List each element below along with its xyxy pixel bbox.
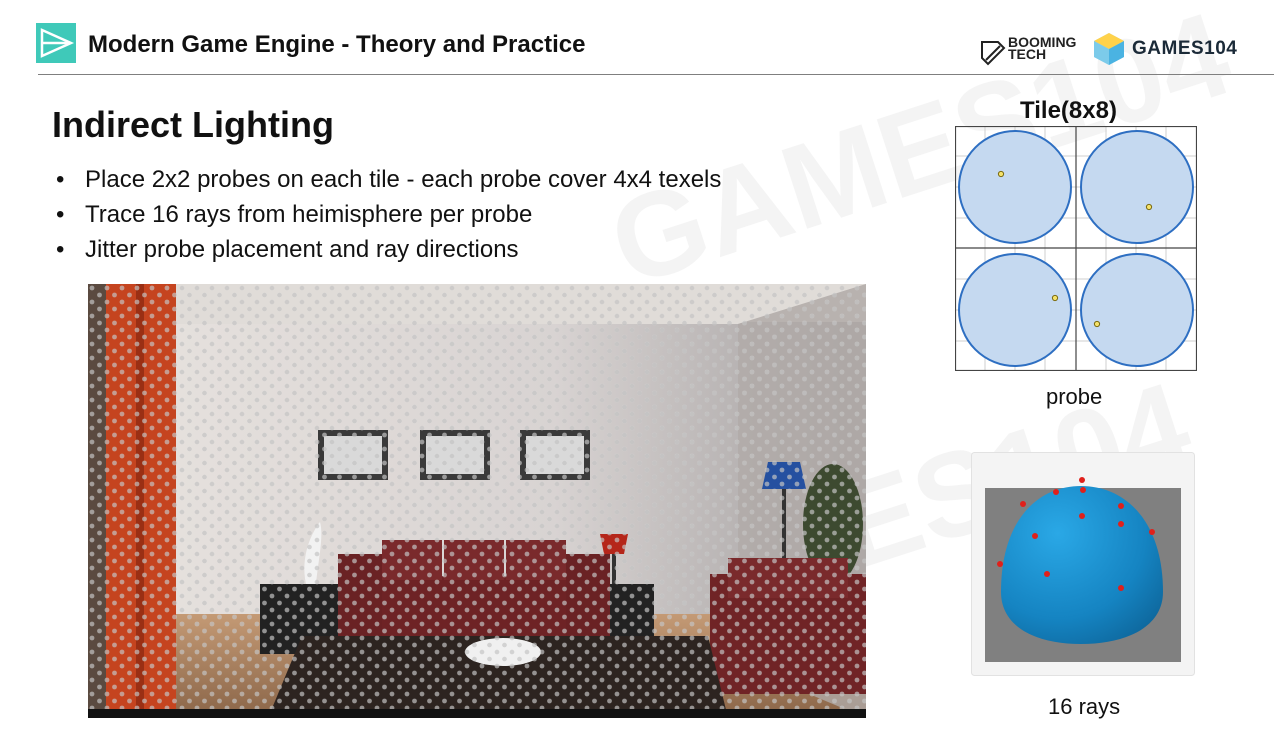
probe-caption: probe bbox=[1046, 384, 1103, 409]
living-room-render-image bbox=[88, 284, 866, 718]
bullet-item: Trace 16 rays from heimisphere per probe bbox=[52, 197, 721, 232]
header-divider bbox=[38, 74, 1274, 75]
booming-tech-wordmark: BOOMING TECH bbox=[1008, 34, 1077, 62]
games104-wordmark: GAMES104 bbox=[1132, 38, 1238, 59]
games104-cube-icon bbox=[1094, 33, 1124, 65]
tile-caption: Tile(8x8) bbox=[1020, 97, 1117, 124]
tile-probe-grid bbox=[955, 126, 1197, 371]
slide-title: Indirect Lighting bbox=[52, 104, 334, 145]
bullet-list: Place 2x2 probes on each tile - each pro… bbox=[52, 162, 721, 267]
slide-logo-icon bbox=[36, 23, 76, 63]
bullet-item: Place 2x2 probes on each tile - each pro… bbox=[52, 162, 721, 197]
hemisphere-rays-figure bbox=[971, 452, 1195, 676]
course-title: Modern Game Engine - Theory and Practice bbox=[88, 31, 586, 58]
rays-caption: 16 rays bbox=[1048, 694, 1121, 719]
bullet-item: Jitter probe placement and ray direction… bbox=[52, 232, 721, 267]
